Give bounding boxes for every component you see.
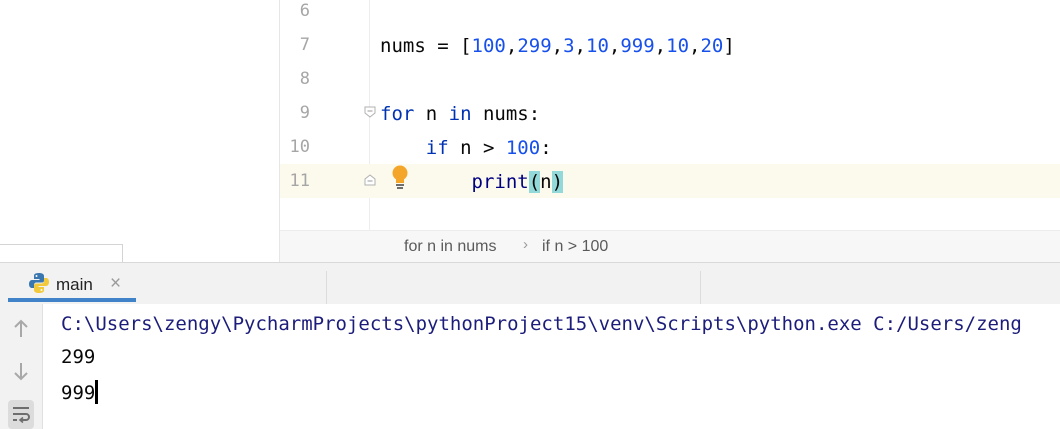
console-output[interactable]: C:\Users\zengy\PycharmProjects\pythonPro… bbox=[43, 304, 1060, 429]
console-command-line: C:\Users\zengy\PycharmProjects\pythonPro… bbox=[61, 313, 1022, 335]
close-icon[interactable]: × bbox=[110, 273, 121, 295]
run-tool-window-tabs: main × bbox=[0, 262, 1060, 305]
line-number: 9 bbox=[299, 103, 310, 123]
fold-collapse-icon[interactable] bbox=[364, 106, 376, 118]
code-line[interactable]: 7 nums = [100,299,3,10,999,10,20] bbox=[280, 28, 1060, 62]
chevron-right-icon: › bbox=[523, 236, 528, 253]
line-number: 10 bbox=[289, 137, 310, 157]
code-line[interactable]: 6 bbox=[280, 0, 1060, 28]
line-number: 8 bbox=[299, 69, 310, 89]
up-arrow-icon[interactable] bbox=[8, 316, 34, 342]
active-tab-indicator bbox=[8, 298, 136, 302]
code-line[interactable]: 10 if n > 100: bbox=[280, 130, 1060, 164]
line-number: 7 bbox=[299, 35, 310, 55]
left-panel-tab-stub bbox=[0, 244, 123, 263]
fold-end-icon[interactable] bbox=[364, 174, 376, 186]
code-text: nums = [100,299,3,10,999,10,20] bbox=[380, 35, 735, 57]
console-output-line: 999 bbox=[61, 380, 99, 404]
tab-divider bbox=[700, 271, 701, 305]
line-number: 6 bbox=[299, 1, 310, 21]
project-area-blank bbox=[0, 0, 279, 260]
intention-bulb-icon[interactable] bbox=[389, 164, 411, 190]
soft-wrap-icon[interactable] bbox=[8, 400, 34, 429]
code-text: for n in nums: bbox=[380, 103, 541, 125]
tab-label: main bbox=[56, 275, 93, 294]
text-caret bbox=[95, 380, 99, 404]
line-number: 11 bbox=[289, 171, 310, 191]
code-line[interactable]: 8 bbox=[280, 62, 1060, 96]
breadcrumb-item[interactable]: if n > 100 bbox=[542, 238, 608, 256]
python-logo-icon bbox=[29, 273, 49, 293]
code-editor[interactable]: 6 7 nums = [100,299,3,10,999,10,20] 8 9 … bbox=[279, 0, 1060, 263]
console-output-line: 299 bbox=[61, 346, 96, 368]
code-line[interactable]: 9 for n in nums: bbox=[280, 96, 1060, 130]
tab-divider bbox=[326, 271, 327, 305]
code-text: if n > 100: bbox=[425, 137, 552, 159]
breadcrumb: for n in nums › if n > 100 bbox=[280, 230, 1060, 263]
console-toolbar bbox=[0, 304, 43, 429]
down-arrow-icon[interactable] bbox=[8, 358, 34, 384]
breadcrumb-item[interactable]: for n in nums bbox=[404, 238, 496, 256]
